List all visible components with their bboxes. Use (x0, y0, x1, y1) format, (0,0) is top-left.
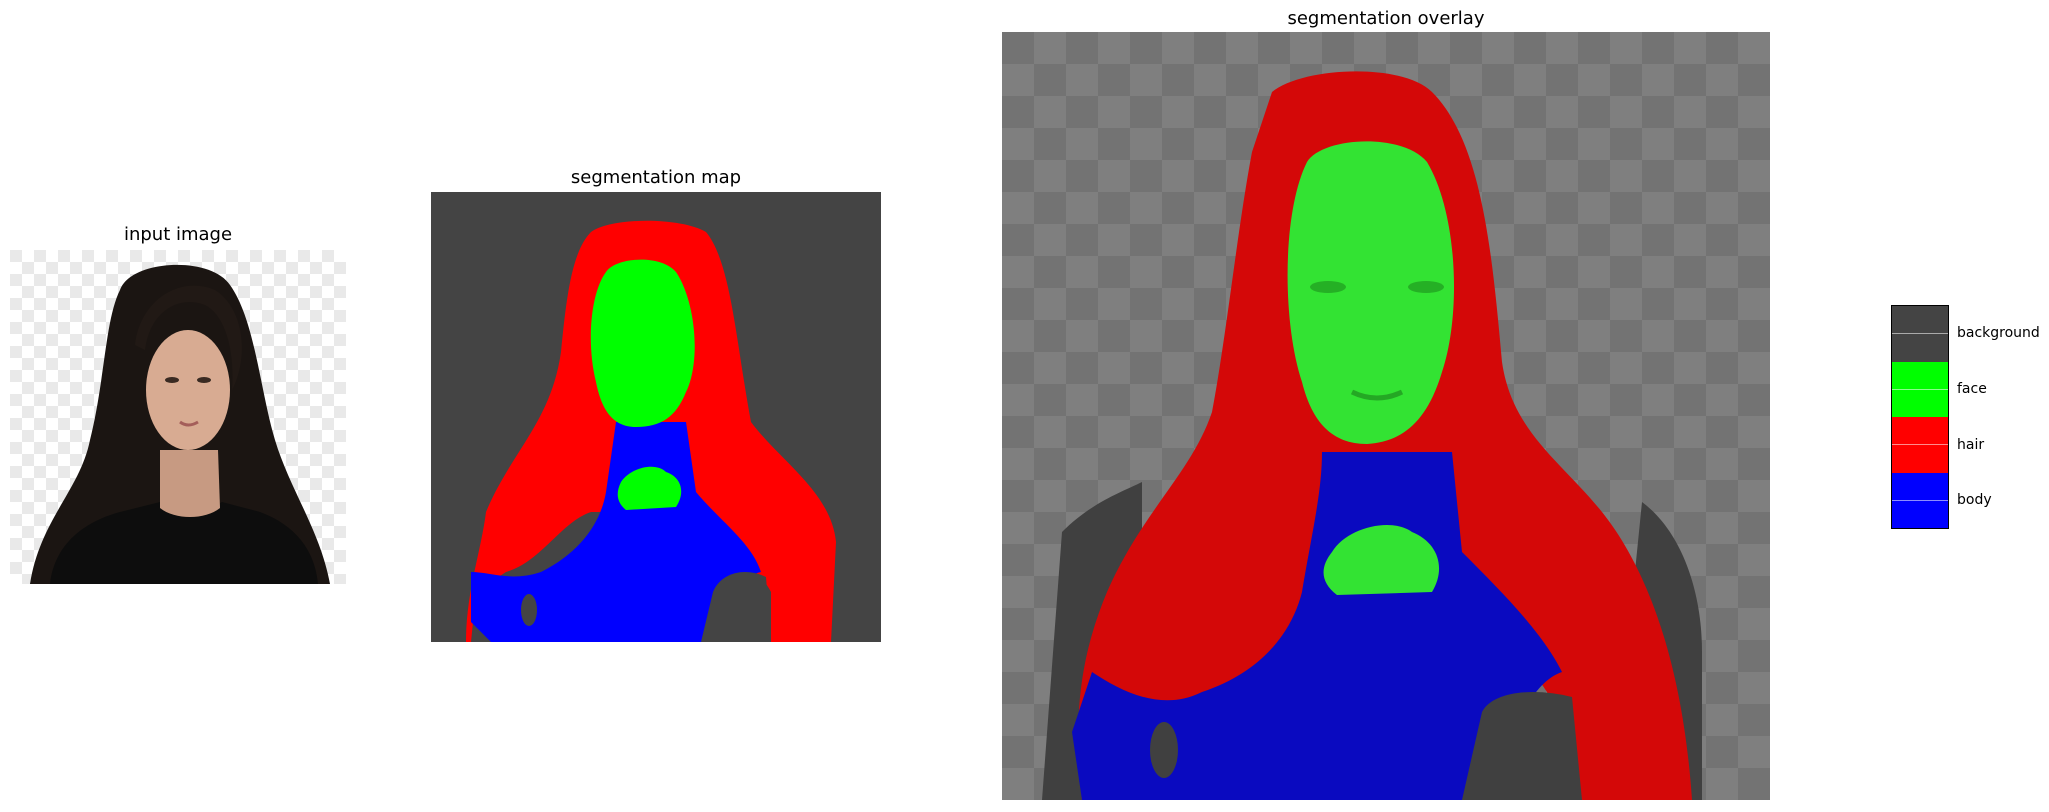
input-image (10, 250, 346, 584)
segmentation-map-title: segmentation map (570, 167, 742, 188)
legend-swatch-background (1892, 306, 1948, 362)
segmentation-overlay-title: segmentation overlay (1287, 8, 1485, 29)
legend-label-background: background (1957, 325, 2040, 341)
legend-label-body: body (1957, 492, 1992, 508)
legend-label-hair: hair (1957, 437, 1985, 453)
legend-colorbar (1891, 305, 1949, 529)
legend-swatch-body (1892, 472, 1948, 528)
legend-swatch-hair (1892, 417, 1948, 473)
segmentation-map (431, 192, 881, 642)
legend-swatch-face (1892, 361, 1948, 417)
legend-label-face: face (1957, 381, 1987, 397)
input-image-title: input image (123, 224, 233, 245)
segmentation-overlay (1002, 32, 1770, 800)
